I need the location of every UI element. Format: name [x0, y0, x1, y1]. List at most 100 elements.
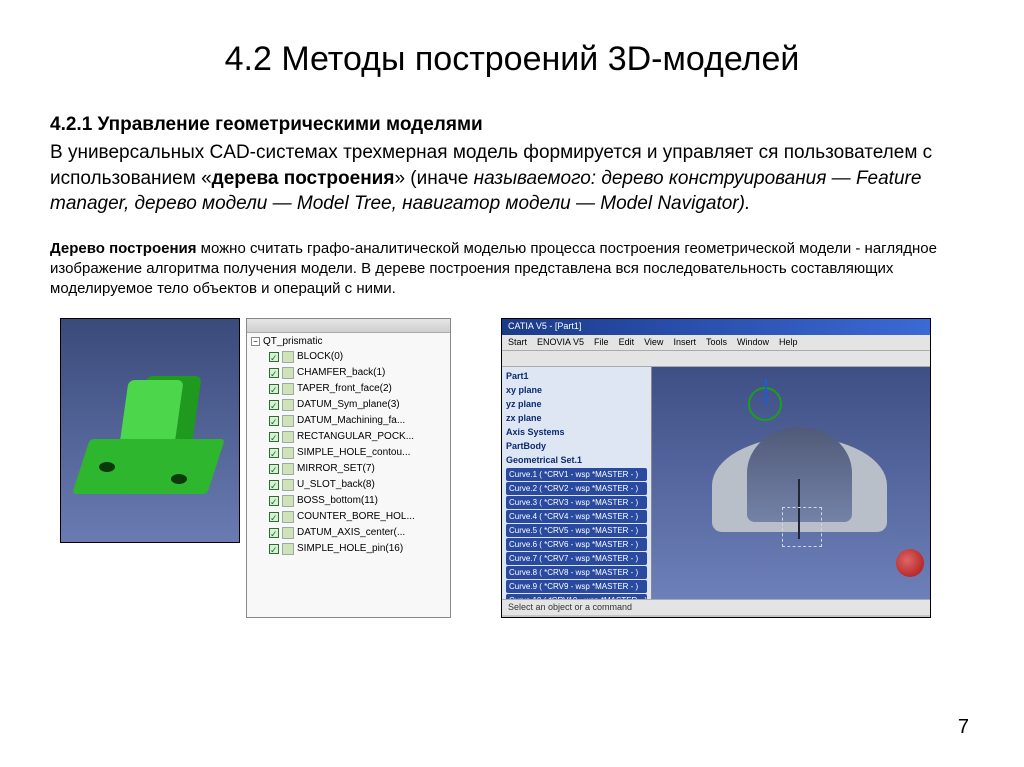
catia-curve-item[interactable]: Curve.9 ( *CRV9 - wsp *MASTER - ) [506, 580, 647, 593]
catia-curve-item[interactable]: Curve.6 ( *CRV6 - wsp *MASTER - ) [506, 538, 647, 551]
tree-item-label: SIMPLE_HOLE_pin(16) [297, 541, 403, 557]
tree-item[interactable]: DATUM_AXIS_center(... [269, 525, 446, 541]
tree-item[interactable]: MIRROR_SET(7) [269, 461, 446, 477]
menu-item[interactable]: Edit [619, 337, 635, 348]
tree-item[interactable]: BLOCK(0) [269, 349, 446, 365]
tree-item[interactable]: SIMPLE_HOLE_contou... [269, 445, 446, 461]
catia-menubar: Start ENOVIA V5 File Edit View Insert Tools Win… [502, 335, 930, 351]
feature-icon [282, 431, 294, 443]
feature-icon [282, 463, 294, 475]
tree-item[interactable]: DATUM_Machining_fa... [269, 413, 446, 429]
left-figure: − QT_prismatic BLOCK(0)CHAMFER_back(1)TA… [60, 318, 451, 618]
catia-tree-node[interactable]: Axis Systems [506, 426, 647, 439]
tree-item-label: MIRROR_SET(7) [297, 461, 375, 477]
page-number: 7 [958, 716, 969, 739]
tree-item[interactable]: RECTANGULAR_POCK... [269, 429, 446, 445]
tree-item-label: BOSS_bottom(11) [297, 493, 378, 509]
catia-curve-item[interactable]: Curve.3 ( *CRV3 - wsp *MASTER - ) [506, 496, 647, 509]
checkbox-icon[interactable] [269, 496, 279, 506]
catia-titlebar: CATIA V5 - [Part1] [502, 319, 930, 335]
feature-icon [282, 527, 294, 539]
catia-statusbar: Select an object or a command [502, 599, 930, 615]
feature-icon [282, 479, 294, 491]
paragraph-1: В универсальных СAD-системах трехмерная … [50, 140, 974, 217]
p2-bold: Дерево построения [50, 240, 196, 257]
feature-icon [282, 543, 294, 555]
feature-icon [282, 495, 294, 507]
feature-icon [282, 383, 294, 395]
tree-item[interactable]: DATUM_Sym_plane(3) [269, 397, 446, 413]
catia-curve-item[interactable]: Curve.7 ( *CRV7 - wsp *MASTER - ) [506, 552, 647, 565]
catia-curve-item[interactable]: Curve.4 ( *CRV4 - wsp *MASTER - ) [506, 510, 647, 523]
paragraph-2: Дерево построения можно считать графо-ан… [50, 239, 974, 300]
checkbox-icon[interactable] [269, 528, 279, 538]
menu-item[interactable]: Window [737, 337, 769, 348]
tree-item[interactable]: CHAMFER_back(1) [269, 365, 446, 381]
catia-curve-item[interactable]: Curve.1 ( *CRV1 - wsp *MASTER - ) [506, 468, 647, 481]
tree-root-item[interactable]: − QT_prismatic [251, 336, 446, 347]
render-viewport [60, 318, 240, 543]
ring-part-icon [712, 427, 887, 562]
tree-item-label: RECTANGULAR_POCK... [297, 429, 414, 445]
catia-tree-node[interactable]: zx plane [506, 412, 647, 425]
axis-triad-icon [740, 379, 790, 429]
checkbox-icon[interactable] [269, 368, 279, 378]
checkbox-icon[interactable] [269, 480, 279, 490]
menu-item[interactable]: View [644, 337, 663, 348]
tree-item[interactable]: COUNTER_BORE_HOL... [269, 509, 446, 525]
p1-b: » (иначе [394, 168, 473, 189]
tree-item[interactable]: U_SLOT_back(8) [269, 477, 446, 493]
tree-item-label: DATUM_AXIS_center(... [297, 525, 405, 541]
tree-item-label: CHAMFER_back(1) [297, 365, 385, 381]
catia-logo-icon [896, 549, 924, 577]
menu-item[interactable]: Help [779, 337, 798, 348]
tree-toolbar [247, 319, 450, 333]
checkbox-icon[interactable] [269, 352, 279, 362]
figures-row: − QT_prismatic BLOCK(0)CHAMFER_back(1)TA… [50, 318, 974, 618]
checkbox-icon[interactable] [269, 544, 279, 554]
catia-curve-item[interactable]: Curve.5 ( *CRV5 - wsp *MASTER - ) [506, 524, 647, 537]
catia-window: CATIA V5 - [Part1] Start ENOVIA V5 File Edi… [501, 318, 931, 618]
catia-toolbar [502, 351, 930, 367]
green-part-icon [81, 374, 216, 494]
catia-curve-item[interactable]: Curve.8 ( *CRV8 - wsp *MASTER - ) [506, 566, 647, 579]
catia-tree-node[interactable]: PartBody [506, 440, 647, 453]
catia-curve-item[interactable]: Curve.2 ( *CRV2 - wsp *MASTER - ) [506, 482, 647, 495]
tree-item-label: COUNTER_BORE_HOL... [297, 509, 415, 525]
tree-item[interactable]: SIMPLE_HOLE_pin(16) [269, 541, 446, 557]
tree-item[interactable]: TAPER_front_face(2) [269, 381, 446, 397]
checkbox-icon[interactable] [269, 448, 279, 458]
tree-item-label: DATUM_Sym_plane(3) [297, 397, 400, 413]
feature-icon [282, 367, 294, 379]
section-heading: 4.2.1 Управление геометрическими моделям… [50, 114, 974, 136]
catia-tree-node[interactable]: Part1 [506, 370, 647, 383]
menu-item[interactable]: File [594, 337, 609, 348]
catia-tree-node[interactable]: xy plane [506, 384, 647, 397]
checkbox-icon[interactable] [269, 432, 279, 442]
catia-tree-node[interactable]: yz plane [506, 398, 647, 411]
catia-tree-panel: Part1xy planeyz planezx planeAxis System… [502, 367, 652, 599]
tree-item-label: DATUM_Machining_fa... [297, 413, 405, 429]
page-title: 4.2 Методы построений 3D-моделей [50, 40, 974, 79]
catia-tree-node[interactable]: Geometrical Set.1 [506, 454, 647, 467]
catia-curve-item[interactable]: Curve.10 ( *CRV10 - wsp *MASTER - ) [506, 594, 647, 599]
feature-tree-panel: − QT_prismatic BLOCK(0)CHAMFER_back(1)TA… [246, 318, 451, 618]
collapse-icon[interactable]: − [251, 337, 260, 346]
checkbox-icon[interactable] [269, 512, 279, 522]
tree-root-label: QT_prismatic [263, 336, 322, 347]
checkbox-icon[interactable] [269, 416, 279, 426]
menu-item[interactable]: Insert [673, 337, 696, 348]
checkbox-icon[interactable] [269, 400, 279, 410]
checkbox-icon[interactable] [269, 464, 279, 474]
tree-item[interactable]: BOSS_bottom(11) [269, 493, 446, 509]
menu-item[interactable]: Tools [706, 337, 727, 348]
checkbox-icon[interactable] [269, 384, 279, 394]
tree-item-label: U_SLOT_back(8) [297, 477, 375, 493]
feature-icon [282, 399, 294, 411]
menu-item[interactable]: ENOVIA V5 [537, 337, 584, 348]
feature-icon [282, 511, 294, 523]
tree-item-label: BLOCK(0) [297, 349, 343, 365]
catia-viewport [652, 367, 930, 599]
menu-item[interactable]: Start [508, 337, 527, 348]
p1-bold: дерева построения [212, 168, 395, 189]
